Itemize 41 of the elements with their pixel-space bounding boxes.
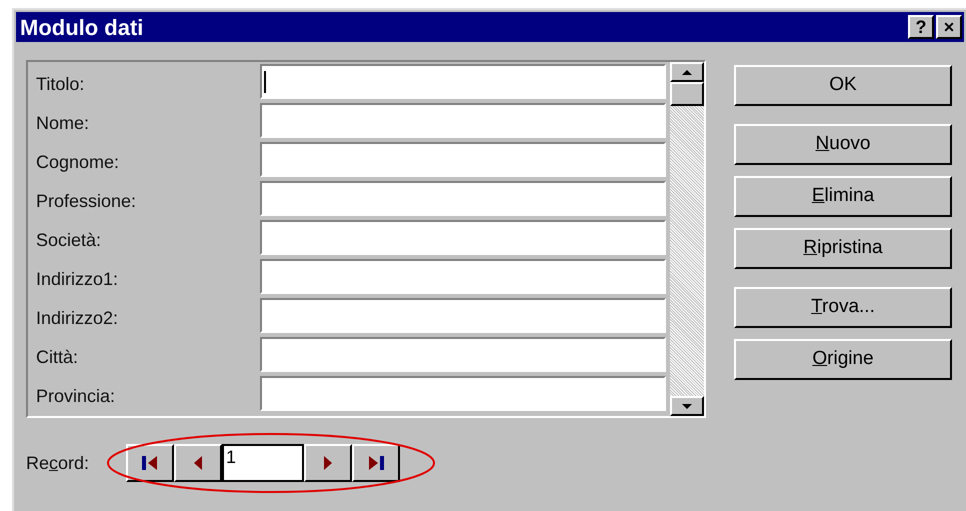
scroll-down-button[interactable] — [670, 396, 704, 416]
last-icon — [367, 455, 385, 471]
dialog-button[interactable]: OK — [734, 65, 952, 106]
field-label: Indirizzo2: — [35, 307, 120, 330]
field-label: Nome: — [35, 112, 90, 135]
text-field[interactable] — [260, 298, 666, 333]
field-label: Città: — [35, 346, 80, 369]
next-record-button[interactable] — [304, 444, 352, 482]
text-field[interactable] — [260, 220, 666, 255]
text-field[interactable] — [260, 337, 666, 372]
field-label: Provincia: — [35, 385, 116, 408]
first-icon — [141, 455, 159, 471]
field-label: Titolo: — [35, 73, 86, 96]
previous-record-button[interactable] — [174, 444, 222, 482]
next-icon — [323, 455, 333, 471]
record-label: Record: — [26, 452, 90, 474]
scrollbar[interactable] — [670, 62, 704, 416]
window-title: Modulo dati — [20, 14, 144, 42]
scroll-up-button[interactable] — [670, 62, 704, 82]
last-record-button[interactable] — [352, 444, 400, 482]
field-label: Società: — [35, 229, 102, 252]
scroll-thumb[interactable] — [670, 82, 704, 106]
field-label: Professione: — [35, 190, 138, 213]
dialog-button[interactable]: Elimina — [734, 176, 952, 217]
field-label: Cognome: — [35, 151, 120, 174]
text-field[interactable] — [260, 103, 666, 138]
previous-icon — [193, 455, 203, 471]
text-field[interactable] — [260, 64, 666, 99]
first-record-button[interactable] — [126, 444, 174, 482]
dialog-button[interactable]: Origine — [734, 339, 952, 380]
record-number-field[interactable]: 1 — [222, 444, 304, 482]
dialog-button[interactable]: Trova... — [734, 287, 952, 328]
text-field[interactable] — [260, 142, 666, 177]
text-field[interactable] — [260, 376, 666, 411]
help-button[interactable]: ? — [908, 15, 934, 39]
dialog-button[interactable]: Ripristina — [734, 228, 952, 269]
dialog-button[interactable]: Nuovo — [734, 124, 952, 165]
close-button[interactable]: × — [936, 15, 962, 39]
field-label: Indirizzo1: — [35, 268, 120, 291]
text-field[interactable] — [260, 181, 666, 216]
text-field[interactable] — [260, 259, 666, 294]
